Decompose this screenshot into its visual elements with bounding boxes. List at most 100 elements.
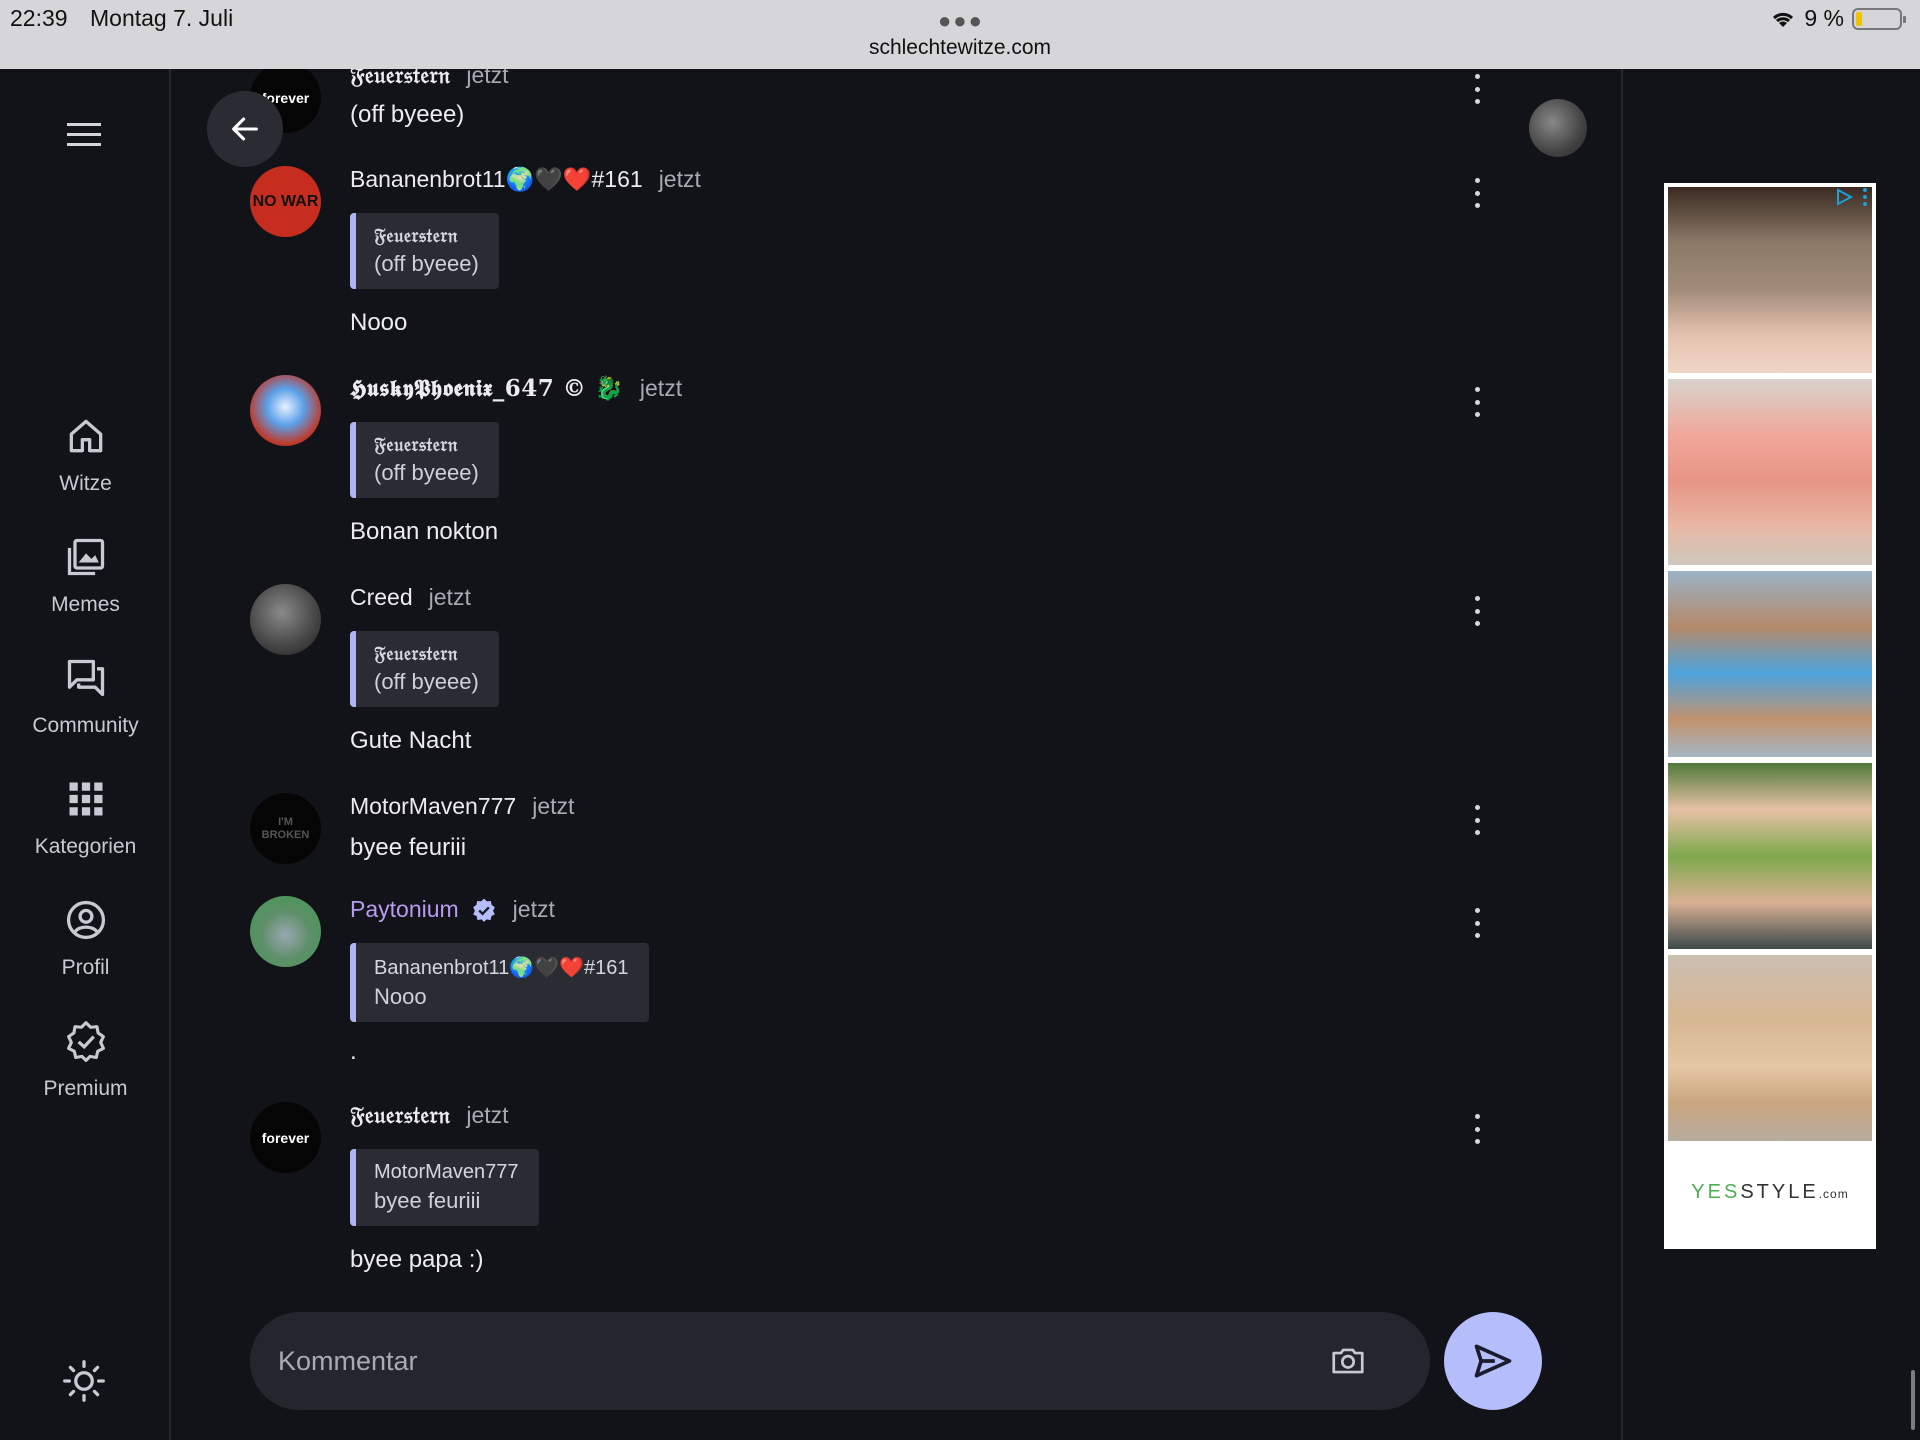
avatar[interactable] [250, 896, 321, 967]
quoted-reply[interactable]: Bananenbrot11🌍🖤❤️#161 Nooo [350, 943, 649, 1022]
message-text: byee papa :) [350, 1246, 484, 1273]
chat-avatar[interactable] [1529, 99, 1587, 157]
message-text: Bonan nokton [350, 518, 499, 545]
username[interactable]: MotorMaven777 [350, 793, 516, 820]
avatar[interactable]: I'M BROKEN [250, 793, 321, 864]
quote-text: (off byeee) [374, 460, 479, 485]
quote-text: (off byeee) [374, 251, 479, 276]
nav-label: Premium [43, 1077, 128, 1100]
status-date: Montag 7. Juli [90, 5, 234, 31]
ad-product-image[interactable] [1668, 571, 1872, 757]
more-options-icon[interactable] [1469, 74, 1485, 104]
address-url[interactable]: schlechtewitze.com [0, 36, 1920, 60]
multitasking-dots-icon[interactable]: ●●● [938, 8, 984, 34]
ad-product-image[interactable] [1668, 763, 1872, 949]
nav-item-memes[interactable]: Memes [0, 535, 171, 617]
adchoices-play-icon[interactable] [1834, 187, 1854, 207]
nav-label: Witze [59, 472, 112, 495]
nav-item-premium[interactable]: Premium [0, 1019, 171, 1101]
verified-icon [472, 898, 495, 922]
quote-text: (off byeee) [374, 669, 479, 694]
forum-icon [67, 659, 104, 697]
message-text: (off byeee) [350, 101, 465, 128]
chat-panel: forever 𝔉𝔢𝔲𝔢𝔯𝔰𝔱𝔢𝔯𝔫 jetzt (off byeee) NO … [171, 69, 1623, 1440]
send-icon [1474, 1344, 1512, 1378]
timestamp: jetzt [428, 584, 471, 610]
timestamp: jetzt [466, 1102, 509, 1128]
username[interactable]: 𝕳𝖚𝖘𝖐𝖞𝕻𝖍𝖔𝖊𝖓𝖎𝖝_647 © 🐉 [350, 375, 624, 402]
nav-item-kategorien[interactable]: Kategorien [0, 777, 171, 859]
more-options-icon[interactable] [1469, 387, 1485, 417]
grid-icon [69, 782, 102, 816]
quoted-reply[interactable]: 𝔉𝔢𝔲𝔢𝔯𝔰𝔱𝔢𝔯𝔫 (off byeee) [350, 422, 499, 498]
navigation-rail: Witze Memes Community Kategorien Profil … [0, 69, 171, 1440]
nav-label: Kategorien [34, 835, 137, 858]
more-options-icon[interactable] [1469, 1114, 1485, 1144]
username[interactable]: 𝔉𝔢𝔲𝔢𝔯𝔰𝔱𝔢𝔯𝔫 [350, 69, 450, 89]
battery-icon [1852, 7, 1906, 30]
avatar[interactable]: NO WAR [250, 166, 321, 237]
wifi-icon [1773, 12, 1794, 27]
ad-brand-logo[interactable]: YESSTYLE.com [1664, 1181, 1876, 1204]
status-time: 22:39 [10, 5, 68, 31]
username[interactable]: Paytonium [350, 896, 459, 923]
theme-toggle-sun-icon[interactable] [62, 1359, 106, 1403]
timestamp: jetzt [466, 69, 509, 88]
quote-text: Nooo [374, 984, 427, 1009]
nav-item-profil[interactable]: Profil [0, 898, 171, 980]
more-options-icon[interactable] [1469, 908, 1485, 938]
quoted-reply[interactable]: 𝔉𝔢𝔲𝔢𝔯𝔰𝔱𝔢𝔯𝔫 (off byeee) [350, 213, 499, 289]
avatar[interactable]: forever [250, 1102, 321, 1173]
send-button[interactable] [1444, 1312, 1542, 1410]
camera-icon[interactable] [1328, 1342, 1368, 1380]
arrow-left-icon [232, 117, 258, 141]
avatar-text: forever [261, 1129, 310, 1146]
timestamp: jetzt [532, 793, 575, 819]
quote-author: 𝔉𝔢𝔲𝔢𝔯𝔰𝔱𝔢𝔯𝔫 [374, 643, 458, 665]
back-button[interactable] [207, 91, 283, 167]
quoted-reply[interactable]: MotorMaven777 byee feuriii [350, 1149, 539, 1226]
brand-part: YES [1691, 1181, 1741, 1203]
message-text: Nooo [350, 309, 408, 336]
ad-more-icon[interactable] [1862, 187, 1868, 207]
menu-button[interactable] [60, 115, 108, 155]
username[interactable]: 𝔉𝔢𝔲𝔢𝔯𝔰𝔱𝔢𝔯𝔫 [350, 1102, 450, 1129]
comment-input[interactable] [278, 1312, 1278, 1410]
avatar[interactable] [250, 584, 321, 655]
comment-composer [250, 1312, 1430, 1410]
message-text: Gute Nacht [350, 727, 472, 754]
brand-part: .com [1818, 1187, 1849, 1201]
brand-part: STYLE [1740, 1181, 1819, 1203]
ad-product-image[interactable] [1668, 955, 1872, 1141]
quoted-reply[interactable]: 𝔉𝔢𝔲𝔢𝔯𝔰𝔱𝔢𝔯𝔫 (off byeee) [350, 631, 499, 707]
more-options-icon[interactable] [1469, 596, 1485, 626]
nav-item-witze[interactable]: Witze [0, 414, 171, 496]
avatar-text: NO WAR [252, 192, 319, 210]
more-options-icon[interactable] [1469, 805, 1485, 835]
ad-product-image[interactable] [1668, 187, 1872, 373]
verified-badge-icon [66, 1021, 105, 1062]
message-text: byee feuriii [350, 834, 467, 861]
nav-label: Memes [51, 593, 120, 616]
hamburger-menu-icon [67, 123, 101, 146]
ad-choices[interactable] [1834, 187, 1868, 207]
quote-text: byee feuriii [374, 1188, 481, 1213]
timestamp: jetzt [512, 896, 555, 922]
scrollbar-thumb[interactable] [1911, 1370, 1915, 1430]
ad-product-image[interactable] [1668, 379, 1872, 565]
quote-author: MotorMaven777 [374, 1161, 519, 1183]
quote-author: Bananenbrot11🌍🖤❤️#161 [374, 957, 629, 979]
quote-author: 𝔉𝔢𝔲𝔢𝔯𝔰𝔱𝔢𝔯𝔫 [374, 225, 458, 247]
nav-label: Profil [61, 956, 110, 979]
battery-percent: 9 % [1804, 5, 1844, 31]
nav-item-community[interactable]: Community [0, 656, 171, 738]
timestamp: jetzt [658, 166, 701, 192]
username[interactable]: Bananenbrot11🌍🖤❤️#161 [350, 166, 643, 193]
status-bar: 22:39 Montag 7. Juli ●●● schlechtewitze.… [0, 0, 1920, 69]
avatar[interactable] [250, 375, 321, 446]
advertisement[interactable]: YESSTYLE.com [1664, 183, 1876, 1249]
images-icon [67, 538, 104, 576]
username[interactable]: Creed [350, 584, 413, 611]
more-options-icon[interactable] [1469, 178, 1485, 208]
home-icon [69, 419, 102, 453]
